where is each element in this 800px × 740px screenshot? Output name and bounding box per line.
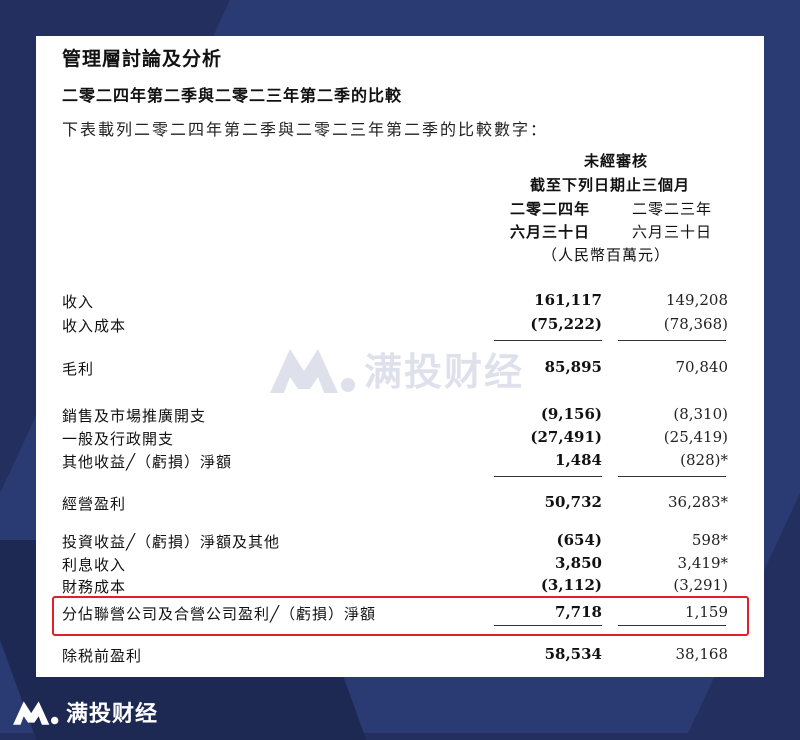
header-period: 截至下列日期止三個月 [530, 176, 691, 194]
brand-logo-icon [270, 348, 355, 393]
row-value-2023: 70,840 [675, 358, 729, 376]
intro-text: 下表載列二零二四年第二季與二零二三年第二季的比較數字： [62, 120, 549, 139]
brand-name: 满投财经 [66, 702, 159, 727]
row-value-2023: 149,208 [665, 291, 728, 309]
row-label: 銷售及市場推廣開支 [62, 407, 207, 425]
document-page: 管理層討論及分析 二零二四年第二季與二零二三年第二季的比較 下表載列二零二四年第… [36, 36, 764, 677]
row-value-2024: 1,484 [555, 451, 602, 469]
watermark: 满投财经 [268, 341, 524, 396]
row-value-2024: (654) [556, 531, 602, 549]
row-value-2024: 3,850 [555, 554, 602, 572]
row-value-2024: 85,895 [544, 358, 602, 376]
row-value-2024: (3,112) [540, 576, 602, 594]
header-col1-year: 二零二四年 [510, 200, 591, 218]
brand-logo-icon [13, 701, 59, 725]
row-label: 其他收益╱（虧損）淨額 [62, 453, 233, 471]
row-value-2024: 161,117 [534, 291, 602, 309]
divider [494, 476, 602, 477]
row-value-2023: (828)* [680, 451, 728, 469]
row-label: 利息收入 [62, 556, 127, 574]
row-value-2024: (75,222) [530, 315, 602, 333]
row-value-2023: (8,310) [673, 405, 728, 423]
watermark-text: 满投财经 [364, 350, 525, 394]
row-value-2023: (25,419) [663, 428, 728, 446]
row-label: 除税前盈利 [62, 647, 143, 665]
header-col2-year: 二零二三年 [632, 200, 713, 218]
row-label: 財務成本 [62, 578, 127, 596]
row-label: 經營盈利 [62, 495, 127, 513]
row-value-2023: (78,368) [663, 315, 728, 333]
row-value-2023: (3,291) [673, 576, 728, 594]
brand-logo: 满投财经 [12, 696, 158, 728]
row-label: 投資收益╱（虧損）淨額及其他 [62, 533, 281, 551]
row-value-2024: (9,156) [540, 405, 602, 423]
row-value-2023: 3,419* [677, 554, 728, 572]
row-label: 收入 [62, 293, 95, 311]
row-label: 毛利 [62, 360, 95, 378]
highlight-box [52, 596, 749, 636]
header-col2-date: 六月三十日 [632, 223, 713, 241]
row-label: 一般及行政開支 [62, 430, 175, 448]
row-value-2024: 50,732 [544, 493, 602, 511]
page-title: 管理層討論及分析 [62, 48, 223, 70]
divider [618, 476, 726, 477]
header-col1-date: 六月三十日 [510, 223, 591, 241]
row-value-2024: 58,534 [544, 645, 602, 663]
section-subtitle: 二零二四年第二季與二零二三年第二季的比較 [62, 86, 403, 105]
row-label: 收入成本 [62, 317, 127, 335]
row-value-2023: 598* [691, 531, 728, 549]
divider [618, 340, 726, 341]
header-unit: （人民幣百萬元） [542, 246, 671, 264]
row-value-2023: 36,283* [668, 493, 728, 511]
row-value-2024: (27,491) [530, 428, 602, 446]
row-value-2023: 38,168 [675, 645, 729, 663]
header-audit: 未經審核 [584, 152, 649, 170]
